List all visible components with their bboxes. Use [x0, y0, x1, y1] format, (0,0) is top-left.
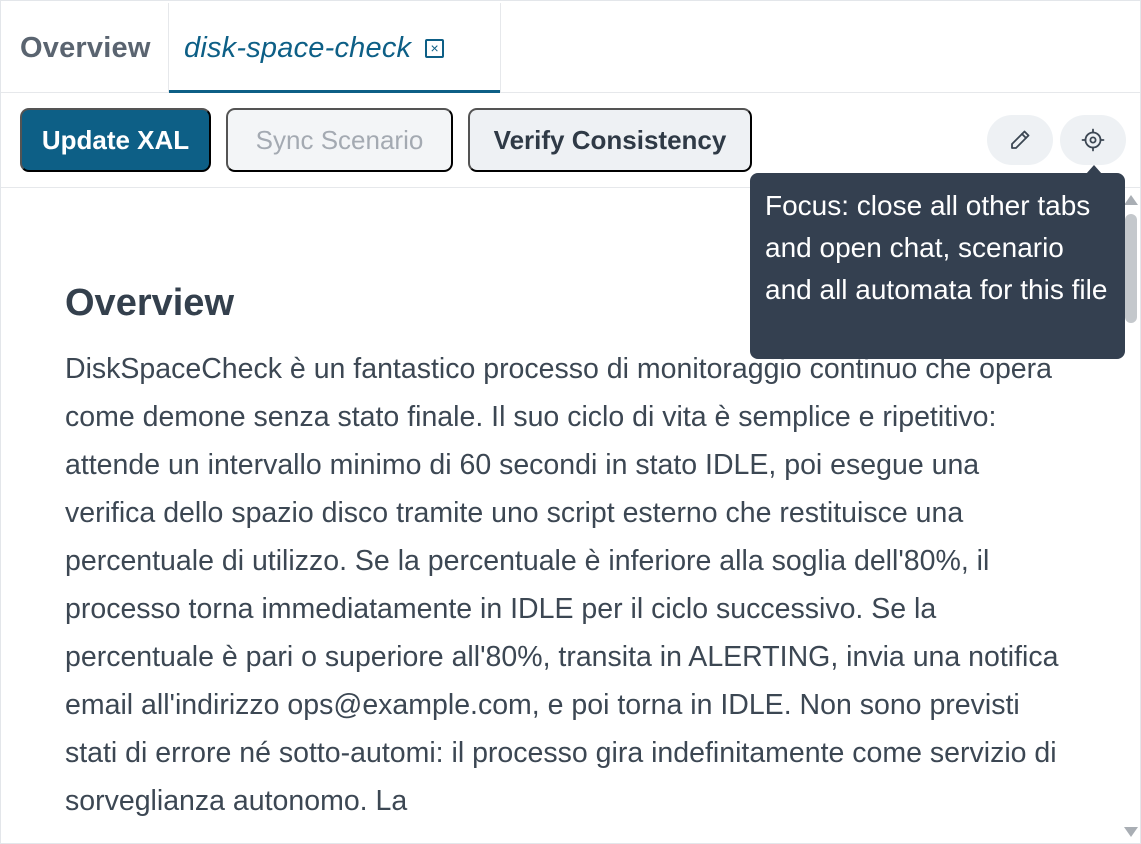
scrollbar-thumb[interactable] [1125, 214, 1137, 323]
focus-button[interactable] [1060, 115, 1126, 165]
close-tab-icon[interactable]: × [425, 38, 445, 58]
tab-overview[interactable]: Overview [5, 3, 169, 93]
sync-scenario-button: Sync Scenario [226, 108, 453, 172]
overview-text: DiskSpaceCheck è un fantastico processo … [65, 353, 1059, 817]
update-xal-button[interactable]: Update XAL [20, 108, 211, 172]
section-heading: Overview [65, 282, 234, 324]
tab-overview-label: Overview [20, 31, 151, 64]
tab-disk-space-check[interactable]: disk-space-check × [169, 3, 501, 94]
focus-tooltip: Focus: close all other tabs and open cha… [750, 173, 1125, 359]
pencil-icon [1011, 130, 1030, 149]
edit-button[interactable] [987, 115, 1053, 165]
verify-consistency-button[interactable]: Verify Consistency [468, 108, 752, 172]
editor-panel: Overview disk-space-check × Update XAL S… [0, 0, 1141, 844]
scroll-up-arrow[interactable] [1124, 195, 1138, 205]
tab-active-label: disk-space-check [184, 31, 412, 64]
target-icon [1081, 128, 1105, 152]
tab-bar: Overview disk-space-check × [1, 1, 1140, 94]
scroll-down-arrow[interactable] [1124, 827, 1138, 837]
